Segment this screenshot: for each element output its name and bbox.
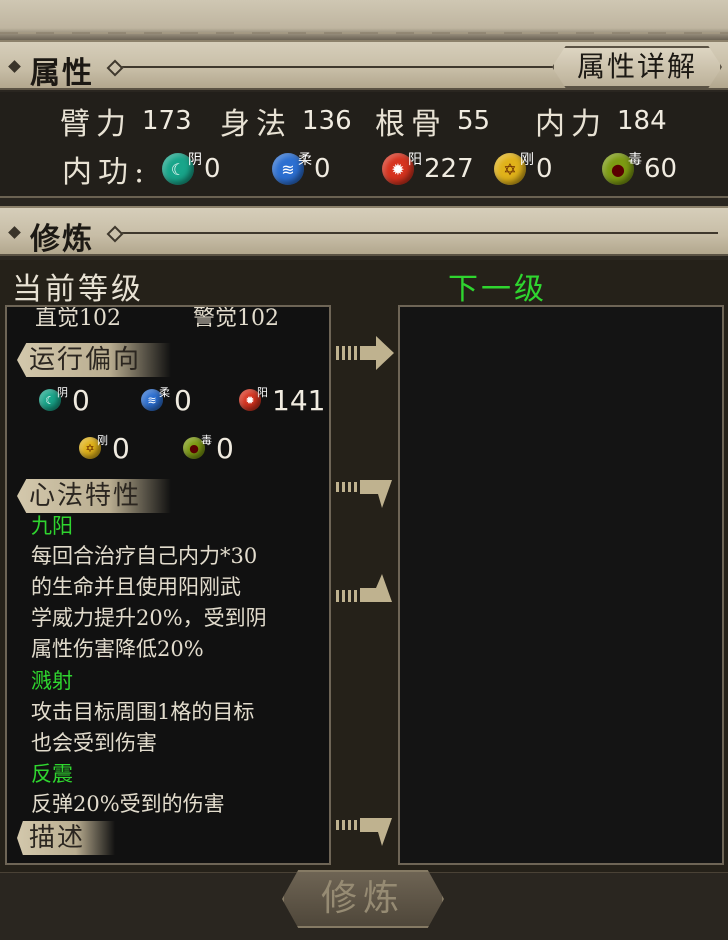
element-name: 柔	[159, 386, 170, 399]
element-name: 阴	[57, 386, 68, 399]
element-value: 0	[112, 431, 130, 465]
neigong-label: 内功:	[62, 146, 150, 192]
header-divider	[115, 232, 718, 234]
trait-desc-line: 每回合治疗自己内力*30	[31, 544, 258, 568]
neigong-row: 内功: ☾ 阴 0 ≋ 柔 0 ✹ 阳 227 ✡ 刚 0 ● 毒 60	[0, 146, 728, 192]
top-decor-strip	[0, 0, 728, 40]
element-value: 0	[314, 154, 331, 184]
element-name: 刚	[520, 152, 534, 168]
bias-element-gang: ✡ 刚 0	[79, 425, 130, 471]
arrow-up-right-icon	[336, 574, 394, 608]
element-du: ● 毒 60	[602, 146, 677, 192]
stat-value: 184	[617, 106, 667, 136]
bias-element-yin: ☾ 阴 0	[39, 377, 90, 423]
next-level-panel[interactable]	[398, 305, 724, 865]
element-yin: ☾ 阴 0	[162, 146, 221, 192]
bias-element-rou: ≋ 柔 0	[141, 377, 192, 423]
attributes-header: 属性 属性详解	[0, 40, 728, 91]
description-tag: 描述	[17, 821, 116, 855]
bias-element-yang: ✹ 阳 141	[239, 377, 325, 423]
next-level-label: 下一级	[448, 272, 547, 307]
element-name: 阳	[408, 152, 422, 168]
stat-value: 55	[457, 106, 491, 136]
stat-row: 臂力 173 身法 136 根骨 55 内力 184	[0, 98, 728, 144]
header-divider	[115, 66, 553, 68]
partial-stat-right: 警觉102	[193, 306, 279, 331]
stat-strength: 臂力 173	[60, 98, 192, 144]
stats-panel: 臂力 173 身法 136 根骨 55 内力 184 内功: ☾ 阴 0 ≋ 柔…	[0, 92, 728, 198]
cultivation-header: 修炼	[0, 206, 728, 257]
trait-desc-line: 反弹20%受到的伤害	[31, 792, 225, 816]
stat-inner-power: 内力 184	[535, 98, 667, 144]
element-name: 柔	[298, 152, 312, 168]
stat-label: 臂力	[60, 107, 132, 142]
bias-tag: 运行偏向	[17, 343, 172, 377]
partial-stat-left: 直觉102	[35, 306, 121, 331]
trait-desc-line: 攻击目标周围1格的目标	[31, 700, 255, 724]
element-value: 0	[536, 154, 553, 184]
trait-name: 溅射	[31, 669, 73, 693]
trait-name: 反震	[31, 762, 73, 786]
trait-desc-line: 属性伤害降低20%	[31, 637, 204, 661]
element-name: 毒	[628, 152, 642, 168]
element-value: 0	[216, 431, 234, 465]
stat-value: 136	[302, 106, 352, 136]
cultivate-button[interactable]: 修炼	[282, 870, 444, 928]
trait-desc-line: 学威力提升20%，受到阴	[31, 606, 267, 630]
stat-label: 内力	[535, 107, 607, 142]
stat-label: 身法	[220, 107, 292, 142]
element-value: 0	[72, 383, 90, 417]
current-level-panel[interactable]: 直觉102 警觉102 运行偏向 ☾ 阴 0 ≋ 柔 0 ✹ 阳 141 ✡ 刚…	[5, 305, 331, 865]
element-name: 毒	[201, 434, 212, 447]
element-value: 0	[174, 383, 192, 417]
trait-name: 九阳	[31, 514, 73, 538]
element-gang: ✡ 刚 0	[494, 146, 553, 192]
current-level-label: 当前等级	[12, 272, 144, 307]
stat-agility: 身法 136	[220, 98, 352, 144]
stat-label: 根骨	[375, 107, 447, 142]
arrow-right-icon	[336, 336, 394, 370]
element-value: 227	[424, 154, 474, 184]
element-rou: ≋ 柔 0	[272, 146, 331, 192]
cultivation-title: 修炼	[30, 222, 94, 257]
traits-tag: 心法特性	[17, 479, 172, 513]
diamond-icon	[8, 60, 21, 73]
trait-desc-line: 也会受到伤害	[31, 731, 157, 755]
bias-element-du: ● 毒 0	[183, 425, 234, 471]
element-value: 141	[272, 383, 326, 417]
element-name: 阳	[257, 386, 268, 399]
trait-desc-line: 的生命并且使用阳刚武	[31, 575, 241, 599]
arrow-down-right-icon	[336, 812, 394, 846]
stat-value: 173	[142, 106, 192, 136]
element-yang: ✹ 阳 227	[382, 146, 474, 192]
diamond-icon	[8, 226, 21, 239]
element-value: 60	[644, 154, 678, 184]
attributes-title: 属性	[30, 56, 94, 91]
element-name: 刚	[97, 434, 108, 447]
element-value: 0	[204, 154, 221, 184]
stat-constitution: 根骨 55	[375, 98, 490, 144]
attribute-detail-button[interactable]: 属性详解	[552, 46, 722, 88]
arrow-down-right-icon	[336, 474, 394, 508]
element-name: 阴	[188, 152, 202, 168]
neigong-label-text: 内功:	[62, 155, 151, 190]
